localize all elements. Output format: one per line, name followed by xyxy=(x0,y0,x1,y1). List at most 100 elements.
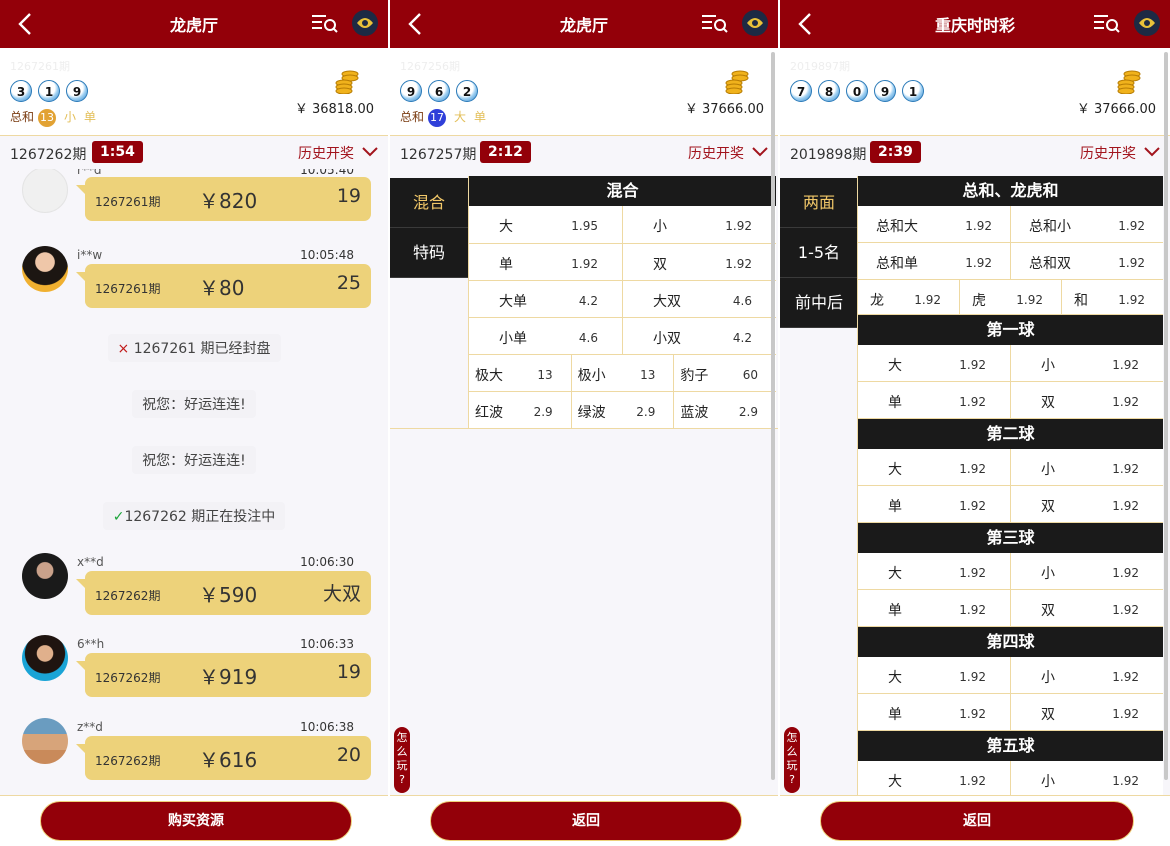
option-name: 大 xyxy=(888,358,902,374)
bet-option[interactable]: 小双 4.2 xyxy=(623,318,776,354)
bet-bubble[interactable]: 1267262期 ￥590 大双 xyxy=(76,571,371,615)
period-number: 1267262期 xyxy=(10,147,87,163)
avatar[interactable] xyxy=(22,169,68,213)
bet-option[interactable]: 大 1.92 xyxy=(858,657,1011,693)
option-name: 豹子 xyxy=(680,368,709,384)
bet-choice: 25 xyxy=(336,272,361,294)
bet-option[interactable]: 绿波 2.9 xyxy=(572,392,675,428)
avatar[interactable] xyxy=(22,718,68,764)
bet-option[interactable]: 双 1.92 xyxy=(1011,590,1163,626)
bet-option[interactable]: 双 1.92 xyxy=(623,244,776,280)
option-name: 单 xyxy=(888,707,902,723)
bet-option[interactable]: 小 1.92 xyxy=(623,206,776,243)
option-name: 大双 xyxy=(653,294,681,310)
bet-option[interactable]: 单 1.92 xyxy=(858,382,1011,418)
bet-option[interactable]: 大 1.92 xyxy=(858,761,1011,795)
tab-front-middle-back[interactable]: 前中后 xyxy=(780,278,858,328)
bet-option[interactable]: 蓝波 2.9 xyxy=(674,392,776,428)
bet-option[interactable]: 双 1.92 xyxy=(1011,694,1163,730)
bet-option[interactable]: 小单 4.6 xyxy=(469,318,623,354)
bet-option[interactable]: 总和小 1.92 xyxy=(1011,206,1163,242)
option-odds: 1.92 xyxy=(1112,707,1139,721)
bet-row: 单 1.92 双 1.92 xyxy=(858,590,1163,627)
bet-option[interactable]: 极小 13 xyxy=(572,355,675,391)
chevron-down-icon[interactable] xyxy=(362,147,378,157)
search-list-icon[interactable] xyxy=(310,11,338,35)
bet-option[interactable]: 单 1.92 xyxy=(858,694,1011,730)
bet-option[interactable]: 小 1.92 xyxy=(1011,345,1163,381)
bet-bubble[interactable]: 1267261期 ￥80 25 xyxy=(76,264,371,308)
ball: 1 xyxy=(38,80,60,102)
history-link[interactable]: 历史开奖 xyxy=(688,143,744,163)
chat-feed[interactable]: r**d 10:05:40 1267261期 ￥820 19 i**w 10:0… xyxy=(0,169,388,795)
bet-option[interactable]: 大 1.92 xyxy=(858,449,1011,485)
bet-option[interactable]: 双 1.92 xyxy=(1011,486,1163,522)
bet-option[interactable]: 龙 1.92 xyxy=(858,280,960,314)
bet-option[interactable]: 小 1.92 xyxy=(1011,449,1163,485)
bet-option[interactable]: 单 1.92 xyxy=(469,244,623,280)
how-to-play-button[interactable]: 怎 么 玩 ? xyxy=(394,727,410,793)
section-ball-1: 第一球 大 1.92 小 1.92 单 1.92 双 1.92 xyxy=(858,315,1163,419)
bet-bubble[interactable]: 1267262期 ￥919 19 xyxy=(76,653,371,697)
search-list-icon[interactable] xyxy=(700,11,728,35)
bet-option[interactable]: 小 1.92 xyxy=(1011,761,1163,795)
message-user: 6**h xyxy=(77,637,105,651)
search-list-icon[interactable] xyxy=(1092,11,1120,35)
option-name: 小单 xyxy=(499,331,527,347)
logo-icon[interactable] xyxy=(1134,10,1160,36)
bet-option[interactable]: 红波 2.9 xyxy=(469,392,572,428)
bet-option[interactable]: 小 1.92 xyxy=(1011,553,1163,589)
option-name: 红波 xyxy=(475,405,503,421)
tab-special[interactable]: 特码 xyxy=(390,228,468,278)
return-button[interactable]: 返回 xyxy=(430,801,742,841)
buy-resources-button[interactable]: 购买资源 xyxy=(40,801,352,841)
avatar[interactable] xyxy=(22,553,68,599)
bet-row: 单 1.92 双 1.92 xyxy=(469,244,776,281)
option-name: 总和小 xyxy=(1029,219,1071,235)
current-period-bar: 1267257期 2:12 历史开奖 xyxy=(390,137,778,169)
bet-option[interactable]: 大双 4.6 xyxy=(623,281,776,317)
history-link[interactable]: 历史开奖 xyxy=(298,143,354,163)
bet-option[interactable]: 大 1.95 xyxy=(469,206,623,243)
bet-choice: 20 xyxy=(336,744,361,766)
return-button[interactable]: 返回 xyxy=(820,801,1134,841)
bet-bubble[interactable]: 1267262期 ￥616 20 xyxy=(76,736,371,780)
chevron-down-icon[interactable] xyxy=(1144,147,1160,157)
logo-icon[interactable] xyxy=(742,10,768,36)
avatar[interactable] xyxy=(22,635,68,681)
message-user: i**w xyxy=(77,248,103,262)
bet-option[interactable]: 总和单 1.92 xyxy=(858,243,1011,279)
message-time: 10:06:30 xyxy=(300,555,354,569)
sum-label: 总和 xyxy=(400,110,425,124)
how-to-char: 么 xyxy=(786,745,798,758)
bet-option[interactable]: 单 1.92 xyxy=(858,486,1011,522)
bet-option[interactable]: 总和双 1.92 xyxy=(1011,243,1163,279)
previous-issue: 1267256期 xyxy=(400,60,460,73)
bet-option[interactable]: 双 1.92 xyxy=(1011,382,1163,418)
bet-option[interactable]: 和 1.92 xyxy=(1062,280,1163,314)
logo-icon[interactable] xyxy=(352,10,378,36)
bet-option[interactable]: 大 1.92 xyxy=(858,345,1011,381)
bet-option[interactable]: 单 1.92 xyxy=(858,590,1011,626)
avatar[interactable] xyxy=(22,246,68,292)
how-to-play-button[interactable]: 怎 么 玩 ? xyxy=(784,727,800,793)
bet-option[interactable]: 小 1.92 xyxy=(1011,657,1163,693)
option-odds: 1.92 xyxy=(959,566,986,580)
chevron-down-icon[interactable] xyxy=(752,147,768,157)
scrollbar[interactable] xyxy=(771,52,775,780)
bet-option[interactable]: 虎 1.92 xyxy=(960,280,1062,314)
size-attr: 大 xyxy=(454,110,467,124)
scrollbar[interactable] xyxy=(1164,52,1168,780)
bet-option[interactable]: 大单 4.2 xyxy=(469,281,623,317)
tab-two-sides[interactable]: 两面 xyxy=(780,178,858,228)
tab-mixed[interactable]: 混合 xyxy=(390,178,468,228)
bet-option[interactable]: 大 1.92 xyxy=(858,553,1011,589)
sum-row: 总和 17 大单 xyxy=(400,108,494,127)
bet-option[interactable]: 极大 13 xyxy=(469,355,572,391)
bet-bubble[interactable]: 1267261期 ￥820 19 xyxy=(76,177,371,221)
option-name: 和 xyxy=(1074,293,1088,309)
bet-option[interactable]: 总和大 1.92 xyxy=(858,206,1011,242)
history-link[interactable]: 历史开奖 xyxy=(1080,143,1136,163)
bet-option[interactable]: 豹子 60 xyxy=(674,355,776,391)
tab-rank-1-5[interactable]: 1-5名 xyxy=(780,228,858,278)
